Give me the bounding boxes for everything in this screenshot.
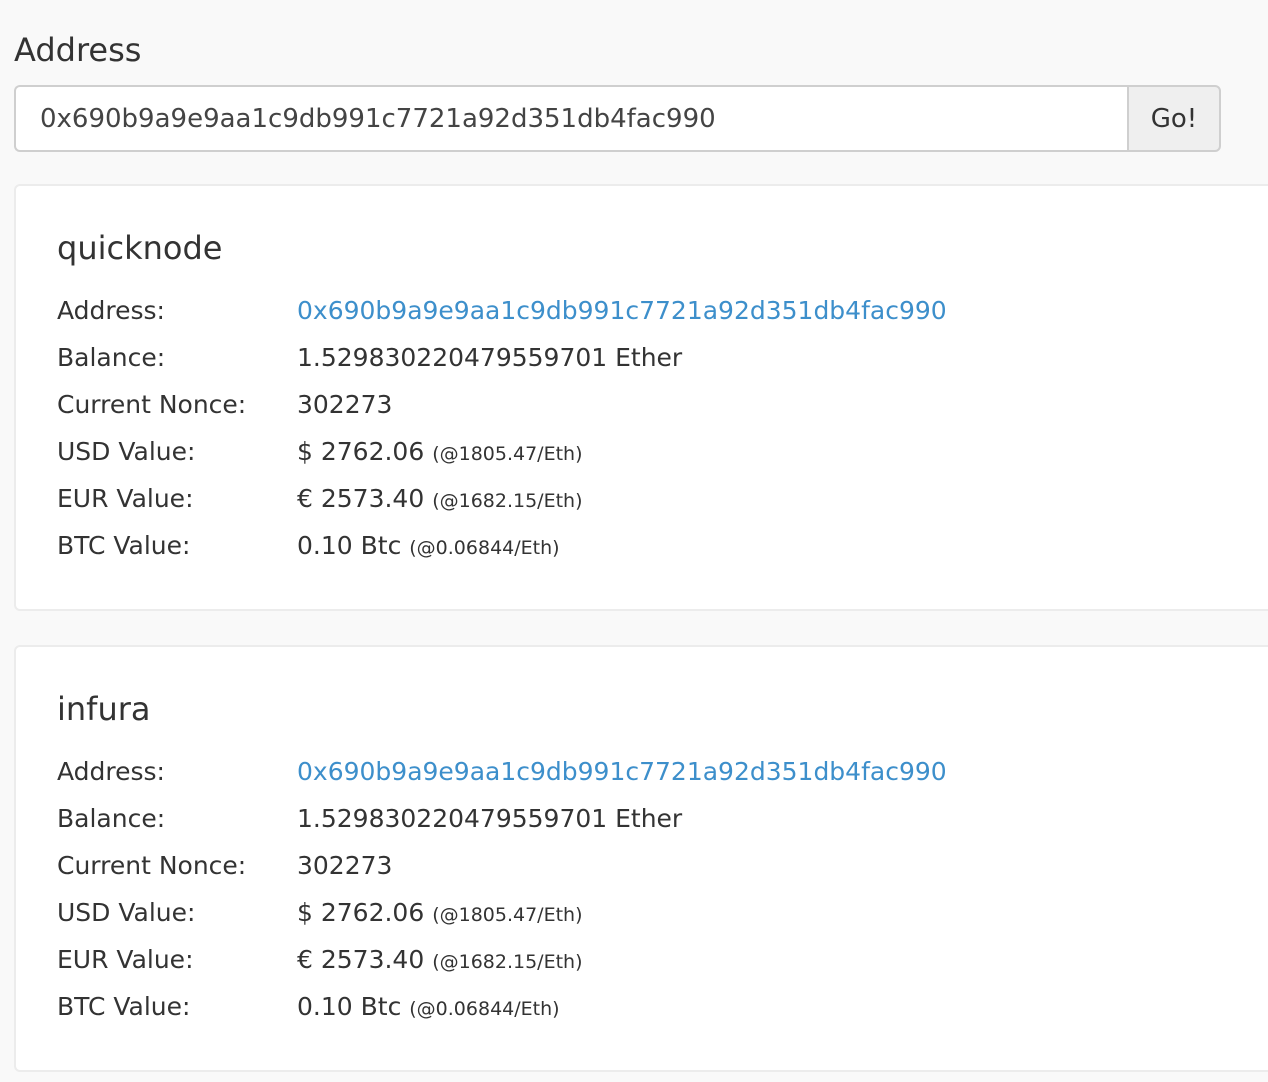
btc-value: 0.10 Btc	[297, 992, 402, 1021]
provider-name: infura	[57, 690, 151, 728]
usd-rate: (@1805.47/Eth)	[432, 904, 583, 926]
usd-row: USD Value: $ 2762.06 (@1805.47/Eth)	[57, 428, 1157, 475]
address-link[interactable]: 0x690b9a9e9aa1c9db991c7721a92d351db4fac9…	[297, 296, 947, 325]
nonce-value: 302273	[297, 390, 393, 419]
provider-card-quicknode: quicknode Address: 0x690b9a9e9aa1c9db991…	[14, 184, 1268, 611]
address-input[interactable]	[14, 85, 1127, 152]
address-label: Address:	[57, 757, 165, 786]
usd-row: USD Value: $ 2762.06 (@1805.47/Eth)	[57, 889, 1157, 936]
balance-label: Balance:	[57, 804, 166, 833]
btc-rate: (@0.06844/Eth)	[409, 537, 560, 559]
eur-value: € 2573.40	[297, 484, 425, 513]
balance-label: Balance:	[57, 343, 166, 372]
btc-label: BTC Value:	[57, 531, 191, 560]
eur-row: EUR Value: € 2573.40 (@1682.15/Eth)	[57, 475, 1157, 522]
nonce-label: Current Nonce:	[57, 390, 247, 419]
nonce-row: Current Nonce: 302273	[57, 842, 1157, 889]
provider-details: Address: 0x690b9a9e9aa1c9db991c7721a92d3…	[57, 748, 1157, 1030]
address-row: Address: 0x690b9a9e9aa1c9db991c7721a92d3…	[57, 287, 1157, 334]
provider-name: quicknode	[57, 229, 223, 267]
btc-value: 0.10 Btc	[297, 531, 402, 560]
eur-value: € 2573.40	[297, 945, 425, 974]
address-link[interactable]: 0x690b9a9e9aa1c9db991c7721a92d351db4fac9…	[297, 757, 947, 786]
btc-row: BTC Value: 0.10 Btc (@0.06844/Eth)	[57, 983, 1157, 1030]
nonce-label: Current Nonce:	[57, 851, 247, 880]
address-search-group: Go!	[14, 85, 1221, 152]
provider-details: Address: 0x690b9a9e9aa1c9db991c7721a92d3…	[57, 287, 1157, 569]
balance-value: 1.529830220479559701 Ether	[297, 343, 683, 372]
eur-rate: (@1682.15/Eth)	[432, 490, 583, 512]
nonce-value: 302273	[297, 851, 393, 880]
balance-value: 1.529830220479559701 Ether	[297, 804, 683, 833]
eur-label: EUR Value:	[57, 945, 194, 974]
eur-rate: (@1682.15/Eth)	[432, 951, 583, 973]
address-row: Address: 0x690b9a9e9aa1c9db991c7721a92d3…	[57, 748, 1157, 795]
btc-label: BTC Value:	[57, 992, 191, 1021]
eur-row: EUR Value: € 2573.40 (@1682.15/Eth)	[57, 936, 1157, 983]
usd-label: USD Value:	[57, 437, 196, 466]
go-button[interactable]: Go!	[1127, 85, 1221, 152]
eur-label: EUR Value:	[57, 484, 194, 513]
balance-row: Balance: 1.529830220479559701 Ether	[57, 334, 1157, 381]
usd-label: USD Value:	[57, 898, 196, 927]
usd-rate: (@1805.47/Eth)	[432, 443, 583, 465]
page: Address Go! quicknode Address: 0x690b9a9…	[0, 0, 1268, 1082]
btc-row: BTC Value: 0.10 Btc (@0.06844/Eth)	[57, 522, 1157, 569]
usd-value: $ 2762.06	[297, 898, 425, 927]
usd-value: $ 2762.06	[297, 437, 425, 466]
address-label: Address:	[57, 296, 165, 325]
provider-card-infura: infura Address: 0x690b9a9e9aa1c9db991c77…	[14, 645, 1268, 1072]
nonce-row: Current Nonce: 302273	[57, 381, 1157, 428]
balance-row: Balance: 1.529830220479559701 Ether	[57, 795, 1157, 842]
btc-rate: (@0.06844/Eth)	[409, 998, 560, 1020]
address-heading: Address	[14, 31, 142, 69]
